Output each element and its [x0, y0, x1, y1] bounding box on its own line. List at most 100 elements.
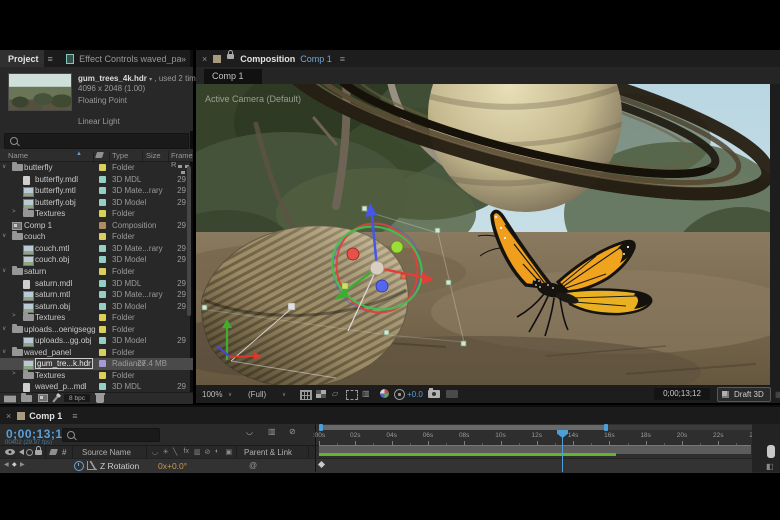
gizmo-handle-blue[interactable]: [375, 279, 389, 293]
label-swatch[interactable]: [99, 314, 106, 322]
project-scrollbar[interactable]: [187, 166, 191, 316]
quality-icon[interactable]: ╲: [173, 448, 177, 456]
label-swatch[interactable]: [99, 267, 106, 275]
panel-menu-icon[interactable]: ≡: [340, 54, 345, 64]
sort-asc-icon[interactable]: ▲: [76, 151, 82, 157]
zoom-level-dropdown[interactable]: 100%: [202, 390, 222, 399]
exposure-value[interactable]: +0.0: [407, 390, 423, 399]
label-swatch[interactable]: [99, 325, 106, 333]
eye-icon[interactable]: [5, 449, 15, 455]
timeline-track-area[interactable]: :00s02s04s06s08s10s12s14s16s18s20s22s24s: [313, 424, 760, 473]
effect-controls-lock-icon[interactable]: [65, 53, 75, 64]
label-swatch[interactable]: [99, 175, 106, 183]
bit-depth-button[interactable]: 8 bpc: [64, 394, 90, 402]
label-swatch[interactable]: [99, 302, 106, 310]
layer-number-column[interactable]: #: [62, 448, 66, 457]
preview-timecode[interactable]: 0;00;13;12: [654, 388, 710, 400]
resolution-dropdown[interactable]: (Full): [248, 390, 266, 399]
label-swatch[interactable]: [99, 383, 106, 391]
tab-overflow-icon[interactable]: »: [181, 54, 186, 64]
label-swatch[interactable]: [99, 233, 106, 241]
adjustment-layer-icon[interactable]: ◐: [215, 448, 219, 455]
label-swatch[interactable]: [99, 371, 106, 379]
transparency-grid-icon[interactable]: [316, 390, 326, 398]
label-swatch[interactable]: [99, 348, 106, 356]
gizmo-handle-green[interactable]: [390, 240, 404, 254]
panel-menu-icon[interactable]: ≡: [48, 54, 53, 64]
property-name[interactable]: Z Rotation: [100, 461, 139, 471]
column-size[interactable]: Size: [146, 151, 161, 160]
column-source-name[interactable]: Source Name: [82, 448, 131, 457]
ground-plane-icon[interactable]: ▦: [775, 390, 780, 399]
composition-viewport[interactable]: Active Camera (Default): [141, 18, 780, 408]
project-item-row[interactable]: saturn.obj 3D Model 29: [0, 301, 193, 313]
region-of-interest-icon[interactable]: [346, 390, 358, 400]
project-item-row[interactable]: couch.mtl 3D Mate...rary 29: [0, 243, 193, 255]
add-keyframe-icon[interactable]: ◆: [12, 461, 17, 468]
gizmo-handle-red[interactable]: [346, 247, 360, 261]
lock-icon[interactable]: [227, 50, 235, 59]
label-swatch[interactable]: [99, 291, 106, 299]
column-name[interactable]: Name: [8, 151, 28, 160]
property-value[interactable]: 0x+0.0°: [158, 461, 187, 471]
label-swatch[interactable]: [99, 279, 106, 287]
project-item-row[interactable]: ∨ waved_panel Folder: [0, 346, 193, 359]
label-swatch[interactable]: [99, 244, 106, 252]
viewport-canvas[interactable]: [141, 18, 780, 408]
comp-marker-button[interactable]: ◧: [766, 462, 774, 471]
prev-keyframe-icon[interactable]: ◀: [4, 461, 9, 468]
project-item-row[interactable]: couch.obj 3D Model 29: [0, 254, 193, 267]
new-folder-icon[interactable]: [21, 393, 32, 402]
close-icon[interactable]: ×: [6, 411, 11, 421]
label-swatch[interactable]: [99, 164, 106, 171]
project-item-row[interactable]: saturn.mdl 3D MDL 29: [0, 278, 193, 290]
label-column-icon[interactable]: [95, 152, 104, 158]
channel-icon[interactable]: [380, 389, 389, 398]
hide-shy-layers-icon[interactable]: ◡: [246, 427, 253, 436]
project-item-row[interactable]: Comp 1 Composition 29: [0, 220, 193, 232]
time-ruler[interactable]: :00s02s04s06s08s10s12s14s16s18s20s22s24s: [313, 430, 760, 446]
next-keyframe-icon[interactable]: ▶: [20, 461, 25, 468]
label-swatch[interactable]: [99, 337, 106, 345]
property-row-z-rotation[interactable]: ◀ ◆ ▶ Z Rotation 0x+0.0° @: [0, 458, 315, 473]
project-search-input[interactable]: [4, 133, 189, 149]
tab-comp-1[interactable]: Comp 1: [204, 69, 262, 84]
project-item-row[interactable]: uploads...gg.obj 3D Model 29: [0, 335, 193, 348]
project-item-row[interactable]: butterfly.mdl 3D MDL 29: [0, 174, 193, 186]
gizmo-center-handle[interactable]: [369, 260, 385, 276]
twirl-closed-icon[interactable]: >: [12, 313, 16, 319]
label-column-icon[interactable]: [49, 449, 58, 455]
stopwatch-icon[interactable]: [74, 461, 84, 471]
project-item-row[interactable]: > Textures Folder: [0, 208, 193, 220]
show-snapshot-icon[interactable]: [446, 390, 458, 398]
audio-icon[interactable]: [16, 449, 24, 455]
interpret-footage-icon[interactable]: [4, 395, 16, 403]
motion-blur-icon[interactable]: ⊘: [205, 448, 211, 456]
mask-visibility-icon[interactable]: ▱: [332, 389, 338, 398]
label-swatch[interactable]: [99, 187, 106, 195]
label-swatch[interactable]: [99, 221, 106, 229]
threed-layer-icon[interactable]: ▣: [226, 448, 233, 456]
snapshot-camera-icon[interactable]: [428, 388, 440, 398]
property-track-lane[interactable]: [316, 458, 753, 473]
project-item-row[interactable]: > Textures Folder: [0, 312, 193, 324]
tab-effect-controls[interactable]: Effect Controls waved_panel.obj: [79, 54, 181, 64]
twirl-open-icon[interactable]: ∨: [2, 267, 6, 274]
project-settings-icon[interactable]: [52, 394, 60, 403]
label-swatch[interactable]: [99, 198, 106, 206]
lock-icon[interactable]: [35, 446, 42, 455]
motion-blur-icon[interactable]: ⊘: [289, 427, 296, 436]
current-timecode[interactable]: 0;00;13;12: [6, 427, 70, 441]
draft-3d-button[interactable]: Draft 3D: [717, 387, 771, 402]
shy-icon[interactable]: ◡: [152, 448, 158, 456]
twirl-closed-icon[interactable]: >: [12, 209, 16, 215]
timeline-search-input[interactable]: [62, 428, 160, 442]
tab-project[interactable]: Project: [0, 50, 44, 67]
project-item-row[interactable]: ∨ saturn Folder: [0, 265, 193, 278]
project-item-row[interactable]: butterfly.mtl 3D Mate...rary 29: [0, 185, 193, 198]
twirl-closed-icon[interactable]: >: [12, 371, 16, 377]
grid-guides-icon[interactable]: [300, 390, 312, 400]
fx-icon[interactable]: fx: [184, 448, 189, 455]
collapse-icon[interactable]: ☀: [163, 448, 169, 456]
project-item-row[interactable]: > Textures Folder: [0, 369, 193, 382]
